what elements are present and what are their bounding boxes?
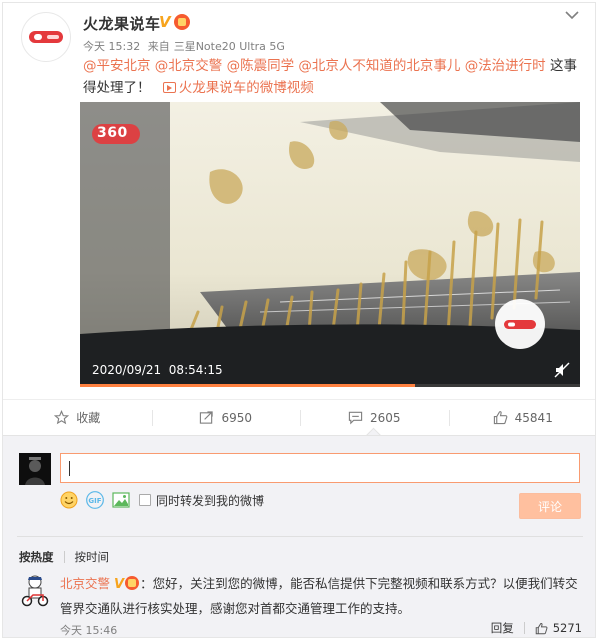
comment-actions: 回复 5271 bbox=[491, 620, 582, 636]
brand-logo bbox=[29, 31, 63, 43]
video-timestamp: 2020/09/21 08:54:15 bbox=[92, 363, 223, 377]
video-play-icon bbox=[162, 82, 176, 93]
sort-by-hot-tab[interactable]: 按热度 bbox=[19, 549, 54, 565]
source-device[interactable]: 三星Note20 Ultra 5G bbox=[174, 40, 285, 53]
sort-separator bbox=[63, 551, 65, 563]
like-count: 45841 bbox=[514, 410, 553, 425]
sort-by-time-tab[interactable]: 按时间 bbox=[75, 549, 110, 565]
commenter-name[interactable]: 北京交警 bbox=[60, 576, 110, 591]
reply-button[interactable]: 回复 bbox=[491, 620, 514, 636]
commenter-member-icon[interactable] bbox=[125, 576, 140, 590]
verified-badge[interactable]: V bbox=[159, 13, 171, 31]
favorite-label: 收藏 bbox=[76, 411, 101, 425]
avatar-image bbox=[19, 453, 51, 485]
comment-panel: GIF 同时转发到我的微博 评论 按热度 按时间 北京交警 V ：您好，关注到您… bbox=[3, 435, 595, 637]
video-progress-fill bbox=[80, 384, 415, 387]
commenter-avatar[interactable] bbox=[19, 573, 51, 607]
police-avatar-image bbox=[19, 573, 51, 607]
panel-divider bbox=[17, 536, 583, 537]
comment-time: 今天 15:46 bbox=[60, 624, 118, 637]
comment-icon bbox=[348, 411, 363, 425]
emoji-icon[interactable] bbox=[60, 491, 78, 509]
weibo-post-card: 火龙果说车 V 今天 15:32 来自 三星Note20 Ultra 5G @平安… bbox=[2, 2, 596, 638]
video-progress-bar[interactable] bbox=[80, 384, 580, 387]
video-link-label: 火龙果说车的微博视频 bbox=[178, 80, 314, 96]
commenter-verified-badge[interactable]: V bbox=[114, 577, 124, 592]
video-link[interactable]: 火龙果说车的微博视频 bbox=[155, 80, 314, 96]
mention-link[interactable]: @法治进行时 bbox=[465, 58, 546, 74]
author-name[interactable]: 火龙果说车 bbox=[83, 13, 161, 34]
author-avatar[interactable] bbox=[21, 12, 71, 62]
comment-count: 2605 bbox=[369, 410, 401, 425]
mention-link[interactable]: @陈震同学 bbox=[227, 58, 295, 74]
comment-action-separator bbox=[523, 622, 525, 634]
member-badge-icon[interactable] bbox=[174, 14, 190, 30]
repost-button[interactable]: 6950 bbox=[151, 400, 301, 435]
svg-text:GIF: GIF bbox=[88, 497, 101, 505]
post-time[interactable]: 今天 15:32 bbox=[83, 40, 140, 53]
current-user-avatar[interactable] bbox=[19, 453, 51, 485]
action-bar: 收藏 6950 2605 45841 bbox=[3, 399, 596, 435]
mention-link[interactable]: @北京交警 bbox=[155, 58, 223, 74]
comment-sort-tabs: 按热度 按时间 bbox=[19, 549, 109, 565]
post-text: @平安北京 @北京交警 @陈震同学 @北京人不知道的北京事儿 @法治进行时 这事… bbox=[83, 55, 583, 99]
comment-input[interactable] bbox=[60, 453, 580, 483]
text-caret bbox=[69, 461, 70, 476]
thumbs-up-icon bbox=[535, 622, 548, 634]
forward-to-weibo-option[interactable]: 同时转发到我的微博 bbox=[139, 492, 264, 509]
comment-button[interactable]: 2605 bbox=[300, 400, 449, 435]
thumbs-up-icon bbox=[493, 411, 508, 425]
chevron-down-icon[interactable] bbox=[565, 10, 579, 20]
star-icon bbox=[54, 410, 70, 425]
forward-checkbox[interactable] bbox=[139, 494, 151, 506]
video-frame bbox=[80, 102, 580, 387]
video-player[interactable]: 360 2020/09/21 08:54:15 bbox=[80, 102, 580, 387]
comment-item: 北京交警 V ：您好，关注到您的微博，能否私信提供下完整视频和联系方式？以便我们转… bbox=[60, 572, 585, 621]
image-upload-icon[interactable] bbox=[112, 491, 130, 509]
submit-comment-button[interactable]: 评论 bbox=[519, 493, 581, 519]
mention-link[interactable]: @北京人不知道的北京事儿 bbox=[298, 58, 460, 74]
post-meta: 今天 15:32 来自 三星Note20 Ultra 5G bbox=[83, 38, 289, 54]
mention-link[interactable]: @平安北京 bbox=[83, 58, 151, 74]
comment-like-count: 5271 bbox=[552, 621, 582, 635]
composer-tools: GIF 同时转发到我的微博 bbox=[60, 491, 264, 509]
comment-like-button[interactable]: 5271 bbox=[535, 621, 582, 635]
gif-icon[interactable]: GIF bbox=[85, 491, 105, 509]
repost-icon bbox=[200, 411, 214, 424]
forward-label: 同时转发到我的微博 bbox=[156, 493, 265, 508]
like-button[interactable]: 45841 bbox=[448, 400, 596, 435]
mute-icon[interactable] bbox=[554, 362, 570, 378]
favorite-button[interactable]: 收藏 bbox=[3, 400, 152, 435]
video-watermark: 360 bbox=[97, 125, 128, 141]
repost-count: 6950 bbox=[221, 410, 253, 425]
source-prefix: 来自 bbox=[147, 40, 170, 53]
